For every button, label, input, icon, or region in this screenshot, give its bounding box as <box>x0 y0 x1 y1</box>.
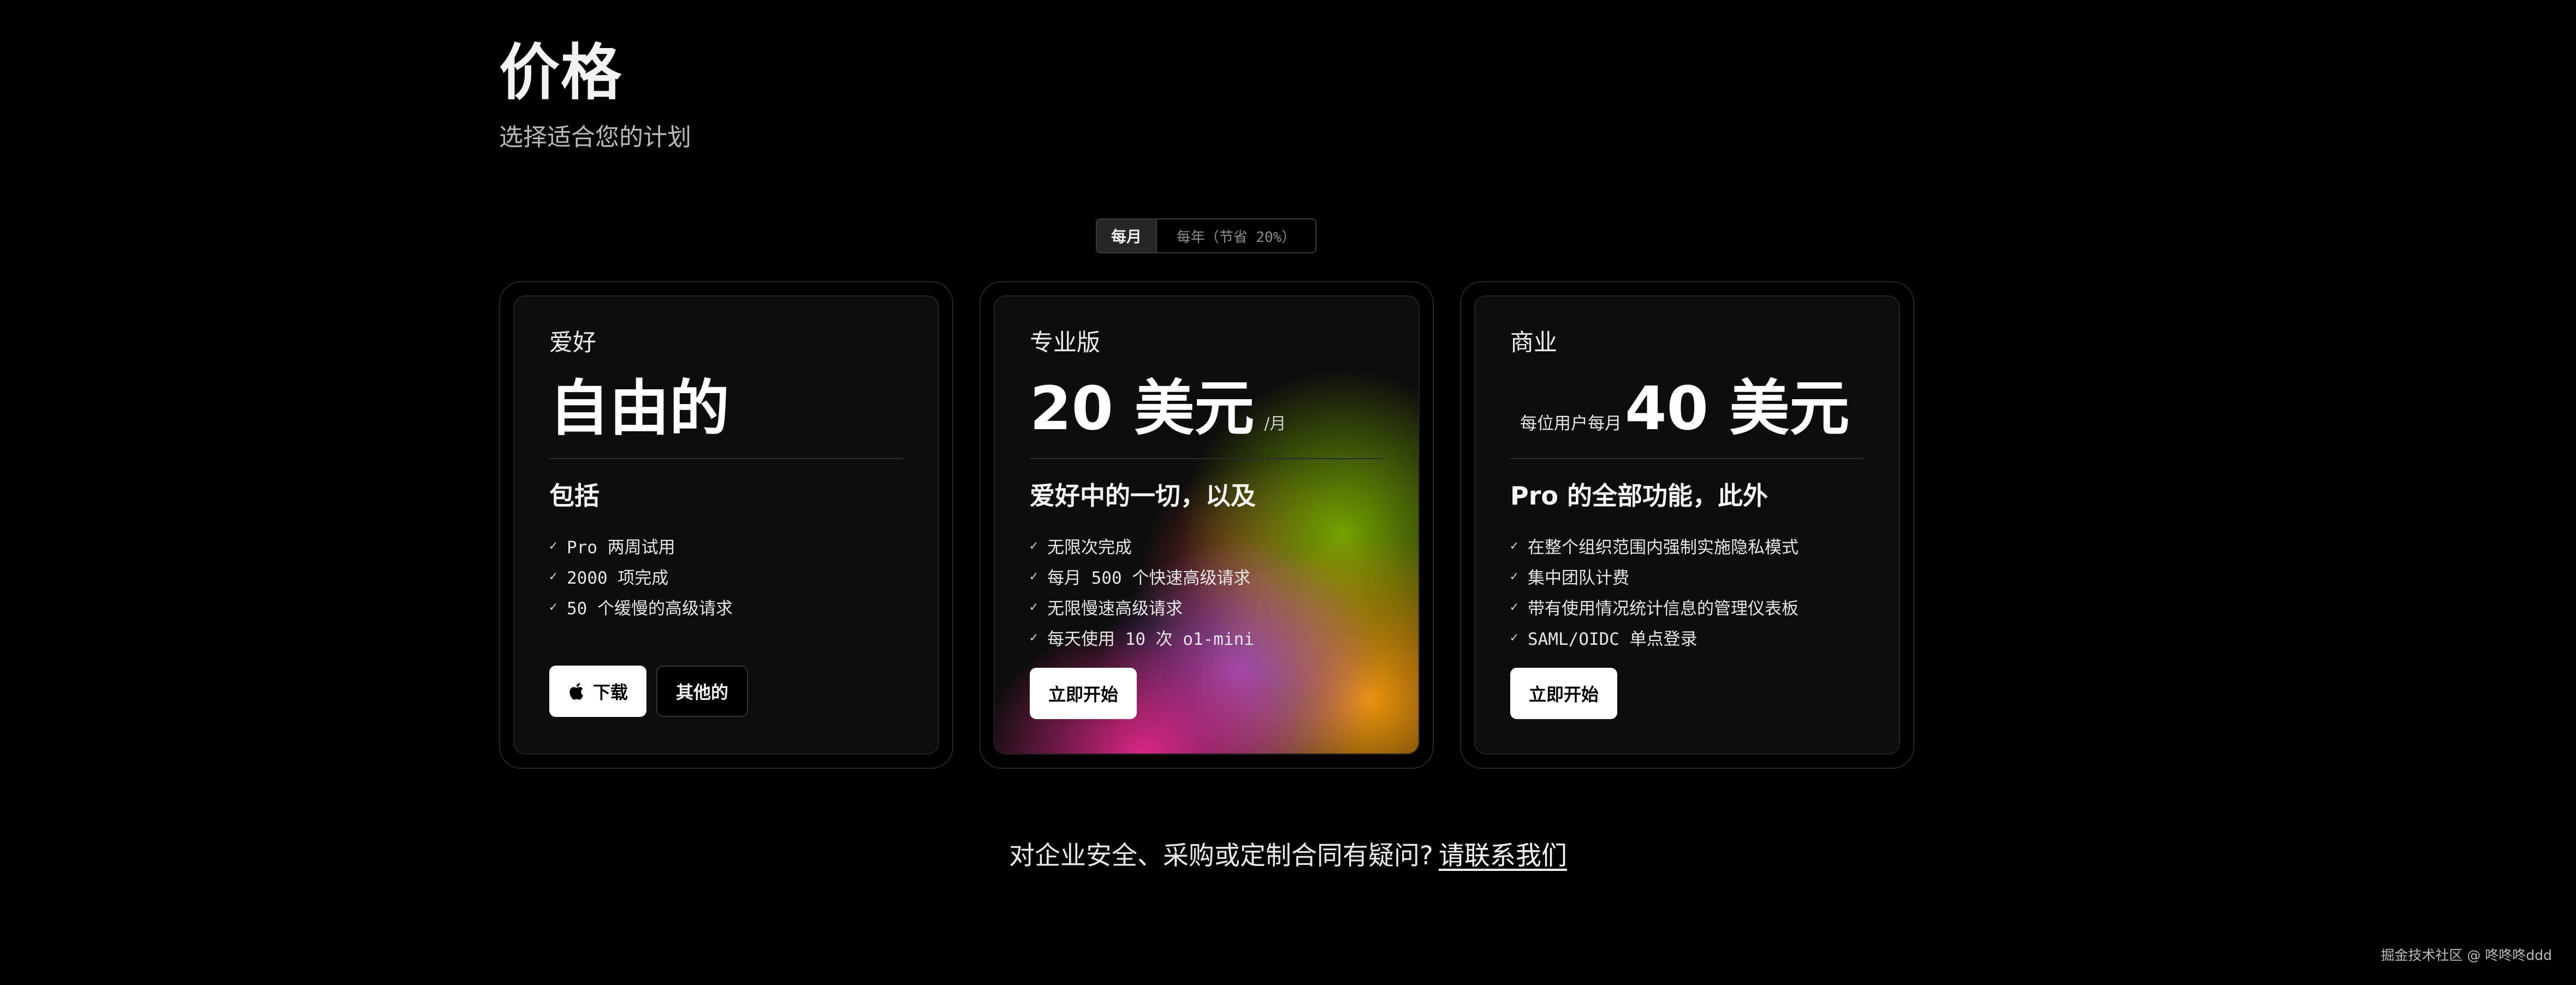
plan-name: 专业版 <box>1030 329 1100 357</box>
feature-item: ✓ 集中团队计费 <box>1510 561 1799 591</box>
toggle-yearly[interactable]: 每年（节省 20%） <box>1157 219 1315 252</box>
start-now-button[interactable]: 立即开始 <box>1030 668 1137 719</box>
feature-item: ✓ 无限次完成 <box>1030 530 1254 561</box>
feature-text: SAML/OIDC 单点登录 <box>1528 629 1697 649</box>
billing-toggle: 每月 每年（节省 20%） <box>1096 218 1316 253</box>
check-icon: ✓ <box>1510 538 1518 553</box>
check-icon: ✓ <box>1510 568 1518 584</box>
feature-text: 无限次完成 <box>1047 537 1132 557</box>
feature-text: 每月 500 个快速高级请求 <box>1047 568 1251 588</box>
includes-title: 爱好中的一切，以及 <box>1030 481 1256 511</box>
check-icon: ✓ <box>549 538 557 553</box>
plan-card-inner: 商业 每位用户每月 40 美元 Pro 的全部功能，此外 ✓ 在整个组织范围内强制… <box>1474 295 1900 755</box>
feature-text: 无限慢速高级请求 <box>1047 598 1183 619</box>
feature-item: ✓ 带有使用情况统计信息的管理仪表板 <box>1510 591 1799 622</box>
feature-item: ✓ 每天使用 10 次 o1-mini <box>1030 622 1254 652</box>
page-title: 价格 <box>499 38 623 108</box>
feature-item: ✓ 每月 500 个快速高级请求 <box>1030 561 1254 591</box>
plan-card-pro: 专业版 20 美元 /月 爱好中的一切，以及 ✓ 无限次完成 ✓ 每月 500 个快… <box>980 281 1434 769</box>
check-icon: ✓ <box>1030 599 1038 614</box>
divider <box>1030 458 1384 459</box>
feature-list: ✓ 在整个组织范围内强制实施隐私模式 ✓ 集中团队计费 ✓ 带有使用情况统计信息的管理… <box>1510 530 1799 652</box>
check-icon: ✓ <box>1030 630 1038 645</box>
feature-item: ✓ 50 个缓慢的高级请求 <box>549 591 733 622</box>
plan-card-business: 商业 每位用户每月 40 美元 Pro 的全部功能，此外 ✓ 在整个组织范围内强制… <box>1460 281 1914 769</box>
feature-text: 在整个组织范围内强制实施隐私模式 <box>1528 537 1799 557</box>
download-button[interactable]: 下载 <box>549 666 647 717</box>
page-subtitle: 选择适合您的计划 <box>499 123 691 151</box>
divider <box>1510 458 1864 459</box>
feature-item: ✓ 在整个组织范围内强制实施隐私模式 <box>1510 530 1799 561</box>
includes-title: 包括 <box>549 481 600 511</box>
plan-card-inner: 专业版 20 美元 /月 爱好中的一切，以及 ✓ 无限次完成 ✓ 每月 500 个快… <box>994 295 1420 755</box>
contact-line: 对企业安全、采购或定制合同有疑问? 请联系我们 <box>0 843 2576 869</box>
other-button[interactable]: 其他的 <box>656 666 749 717</box>
divider <box>549 458 903 459</box>
start-now-button[interactable]: 立即开始 <box>1510 668 1618 719</box>
price-value: 20 美元 <box>1030 373 1255 443</box>
check-icon: ✓ <box>1030 538 1038 553</box>
feature-item: ✓ Pro 两周试用 <box>549 530 733 561</box>
price-value: 自由的 <box>549 373 729 443</box>
plan-price: 20 美元 /月 <box>1030 378 1286 438</box>
contact-us-link[interactable]: 请联系我们 <box>1439 841 1567 871</box>
plan-price: 自由的 <box>549 378 729 438</box>
plan-card-inner: 爱好 自由的 包括 ✓ Pro 两周试用 ✓ 2000 项完成 ✓ 50 个缓慢的高级… <box>513 295 939 755</box>
plan-price: 每位用户每月 40 美元 <box>1510 378 1849 438</box>
feature-text: 2000 项完成 <box>567 568 669 588</box>
download-label: 下载 <box>593 682 628 703</box>
feature-item: ✓ SAML/OIDC 单点登录 <box>1510 622 1799 652</box>
apple-icon <box>568 682 584 701</box>
watermark: 掘金技术社区 @ 咚咚咚ddd <box>2381 947 2552 963</box>
contact-text: 对企业安全、采购或定制合同有疑问? <box>1009 841 1433 871</box>
price-suffix: /月 <box>1264 414 1286 434</box>
check-icon: ✓ <box>549 599 557 614</box>
toggle-monthly[interactable]: 每月 <box>1097 219 1157 252</box>
feature-list: ✓ Pro 两周试用 ✓ 2000 项完成 ✓ 50 个缓慢的高级请求 <box>549 530 733 622</box>
feature-text: 每天使用 10 次 o1-mini <box>1047 629 1254 649</box>
check-icon: ✓ <box>1510 630 1518 645</box>
check-icon: ✓ <box>1030 568 1038 584</box>
card-buttons: 立即开始 <box>1510 668 1618 719</box>
feature-text: Pro 两周试用 <box>567 537 675 557</box>
feature-text: 集中团队计费 <box>1528 568 1629 588</box>
includes-title: Pro 的全部功能，此外 <box>1510 481 1768 511</box>
card-buttons: 下载 其他的 <box>549 666 749 717</box>
plan-card-hobby: 爱好 自由的 包括 ✓ Pro 两周试用 ✓ 2000 项完成 ✓ 50 个缓慢的高级… <box>499 281 953 769</box>
check-icon: ✓ <box>1510 599 1518 614</box>
card-buttons: 立即开始 <box>1030 668 1137 719</box>
feature-text: 50 个缓慢的高级请求 <box>567 598 733 619</box>
feature-list: ✓ 无限次完成 ✓ 每月 500 个快速高级请求 ✓ 无限慢速高级请求 ✓ 每天使用 1… <box>1030 530 1254 652</box>
feature-item: ✓ 无限慢速高级请求 <box>1030 591 1254 622</box>
price-prefix: 每位用户每月 <box>1520 414 1622 434</box>
plan-name: 商业 <box>1510 329 1557 357</box>
feature-text: 带有使用情况统计信息的管理仪表板 <box>1528 598 1799 619</box>
check-icon: ✓ <box>549 568 557 584</box>
plan-name: 爱好 <box>549 329 596 357</box>
price-value: 40 美元 <box>1625 373 1850 443</box>
feature-item: ✓ 2000 项完成 <box>549 561 733 591</box>
